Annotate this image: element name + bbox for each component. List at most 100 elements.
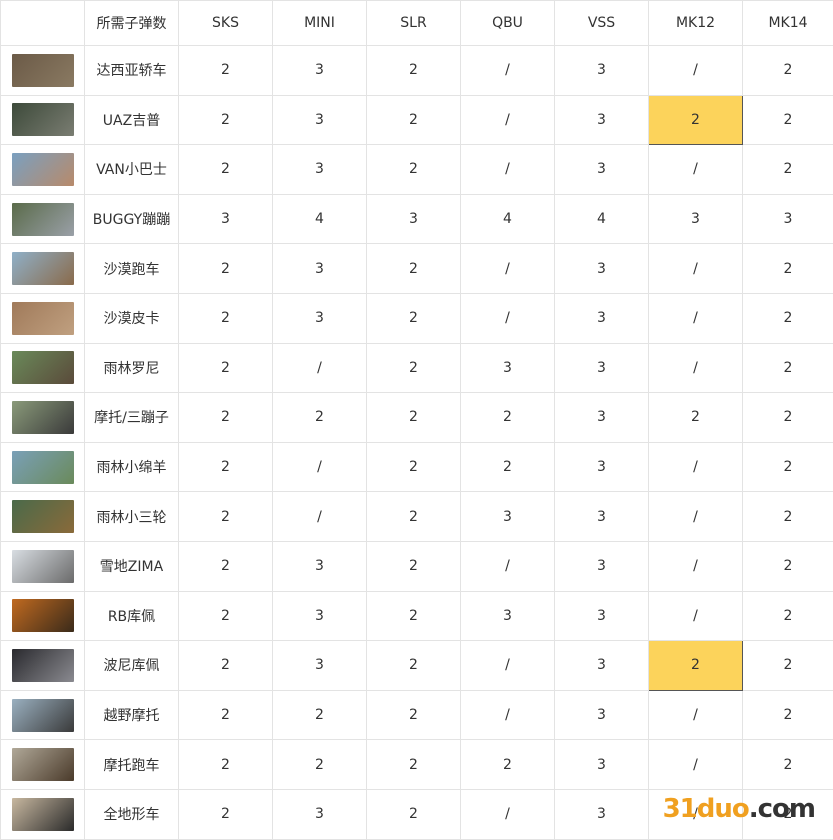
vehicle-image-cell [1,442,85,492]
header-cell: SKS [179,1,273,46]
watermark-suffix: .com [749,794,815,824]
ammo-count-cell: 2 [273,690,367,740]
vehicle-thumbnail [12,351,74,384]
table-row: 雨林小三轮2/233/2 [1,492,833,542]
ammo-count-cell: 3 [555,541,649,591]
ammo-count-cell: / [649,492,743,542]
table-row: 波尼库佩232/322 [1,641,833,691]
ammo-count-cell: / [461,541,555,591]
ammo-count-cell: 2 [367,541,461,591]
ammo-count-cell: 4 [273,194,367,244]
ammo-count-cell: 2 [367,145,461,195]
vehicle-image-cell [1,541,85,591]
ammo-count-cell: 2 [461,740,555,790]
vehicle-thumbnail [12,203,74,236]
header-cell: 所需子弹数 [85,1,179,46]
vehicle-name: 摩托跑车 [85,740,179,790]
table-row: 越野摩托222/3/2 [1,690,833,740]
vehicle-thumbnail [12,550,74,583]
vehicle-thumbnail [12,798,74,831]
ammo-count-cell: 3 [273,95,367,145]
ammo-count-cell: 3 [649,194,743,244]
ammo-count-cell: / [649,690,743,740]
ammo-count-cell: 2 [367,393,461,443]
ammo-count-cell: / [649,740,743,790]
ammo-count-cell: 2 [367,740,461,790]
vehicle-thumbnail [12,103,74,136]
vehicle-image-cell [1,492,85,542]
ammo-count-cell: 3 [555,393,649,443]
vehicle-name: 沙漠跑车 [85,244,179,294]
ammo-count-cell: 2 [367,641,461,691]
vehicle-image-cell [1,244,85,294]
vehicle-image-cell [1,641,85,691]
vehicle-thumbnail [12,500,74,533]
ammo-count-cell: 3 [273,641,367,691]
ammo-count-cell: 2 [367,293,461,343]
ammo-count-cell: 2 [179,591,273,641]
table-row: 雨林罗尼2/233/2 [1,343,833,393]
ammo-count-cell: / [649,145,743,195]
vehicle-name: 雪地ZIMA [85,541,179,591]
header-cell: MK12 [649,1,743,46]
ammo-count-cell: / [461,145,555,195]
ammo-count-cell: 3 [555,293,649,343]
ammo-count-cell: 2 [179,244,273,294]
ammo-count-cell: 2 [743,95,833,145]
ammo-count-cell: 3 [555,442,649,492]
ammo-count-cell: 2 [179,492,273,542]
ammo-count-cell: 2 [179,343,273,393]
ammo-count-cell: 2 [179,690,273,740]
ammo-count-cell: 3 [461,492,555,542]
ammo-count-cell: 3 [555,95,649,145]
vehicle-thumbnail [12,252,74,285]
ammo-count-cell: 2 [367,244,461,294]
ammo-count-cell: 2 [179,393,273,443]
vehicle-thumbnail [12,302,74,335]
ammo-count-cell: 2 [367,591,461,641]
vehicle-name: 雨林罗尼 [85,343,179,393]
vehicle-thumbnail [12,401,74,434]
vehicle-image-cell [1,46,85,96]
vehicle-name: 雨林小三轮 [85,492,179,542]
ammo-count-cell: / [461,690,555,740]
ammo-count-cell: 3 [555,244,649,294]
ammo-table: 所需子弹数 SKS MINI SLR QBU VSS MK12 MK14 达西亚… [0,0,833,840]
ammo-count-cell: 3 [273,46,367,96]
ammo-count-cell: 2 [743,591,833,641]
watermark: 31duo.com [663,794,815,824]
vehicle-image-cell [1,690,85,740]
vehicle-thumbnail [12,54,74,87]
vehicle-image-cell [1,95,85,145]
table-row: 沙漠跑车232/3/2 [1,244,833,294]
header-row: 所需子弹数 SKS MINI SLR QBU VSS MK12 MK14 [1,1,833,46]
ammo-count-cell: 3 [555,343,649,393]
ammo-count-cell: 3 [555,690,649,740]
vehicle-name: RB库佩 [85,591,179,641]
vehicle-thumbnail [12,649,74,682]
ammo-count-cell: 2 [367,492,461,542]
ammo-count-cell: 3 [179,194,273,244]
ammo-count-cell: 2 [179,46,273,96]
vehicle-image-cell [1,591,85,641]
ammo-count-cell: 4 [461,194,555,244]
ammo-count-cell: / [649,442,743,492]
table-row: RB库佩23233/2 [1,591,833,641]
vehicle-name: 波尼库佩 [85,641,179,691]
ammo-count-cell: 3 [273,541,367,591]
ammo-count-cell: 3 [555,641,649,691]
vehicle-image-cell [1,194,85,244]
header-cell: QBU [461,1,555,46]
ammo-count-cell: / [273,492,367,542]
ammo-count-cell: / [649,293,743,343]
header-cell: MK14 [743,1,833,46]
ammo-count-cell: 2 [273,740,367,790]
ammo-count-cell: 2 [179,740,273,790]
ammo-count-cell: 2 [743,740,833,790]
vehicle-name: 雨林小绵羊 [85,442,179,492]
vehicle-image-cell [1,293,85,343]
ammo-count-cell: 2 [743,46,833,96]
vehicle-name: BUGGY蹦蹦 [85,194,179,244]
ammo-count-cell: 2 [367,690,461,740]
ammo-count-cell: 2 [743,690,833,740]
